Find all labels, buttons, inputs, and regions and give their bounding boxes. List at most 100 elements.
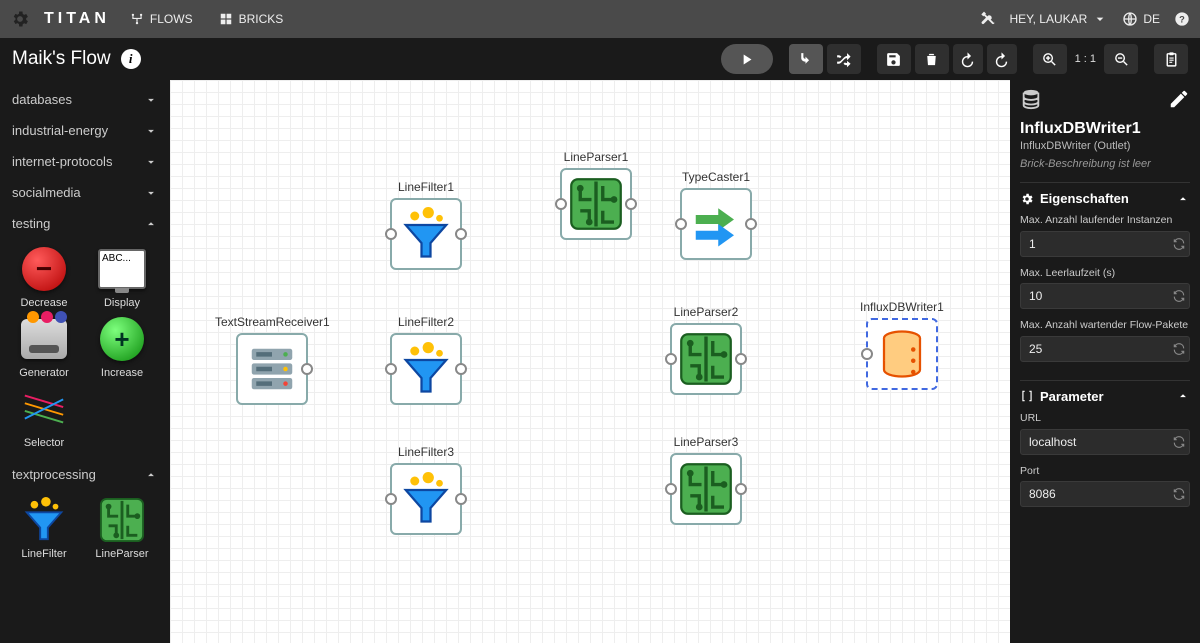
- brick-generator[interactable]: Generator: [8, 315, 80, 379]
- db-icon: [1020, 88, 1042, 110]
- inspector-title: InfluxDBWriter1: [1020, 120, 1190, 138]
- param-input-1[interactable]: [1020, 481, 1190, 507]
- port-out[interactable]: [455, 493, 467, 505]
- node-lineparser3[interactable]: LineParser3: [670, 435, 742, 525]
- tools-icon[interactable]: [980, 11, 996, 27]
- chevron-up-icon: [144, 468, 158, 482]
- port-in[interactable]: [385, 363, 397, 375]
- port-in[interactable]: [861, 348, 873, 360]
- node-linefilter1[interactable]: LineFilter1: [390, 180, 462, 270]
- branch-button[interactable]: [789, 44, 823, 74]
- category-testing[interactable]: testing: [8, 208, 162, 239]
- node-lineparser2[interactable]: LineParser2: [670, 305, 742, 395]
- port-in[interactable]: [665, 483, 677, 495]
- globe-icon: [1122, 11, 1138, 27]
- brick-selector[interactable]: Selector: [8, 385, 80, 449]
- chevron-down-icon: [144, 186, 158, 200]
- flows-icon: [130, 12, 144, 26]
- chevron-down-icon: [144, 93, 158, 107]
- flow-canvas[interactable]: TextStreamReceiver1 LineFilter1 LineFilter…: [170, 80, 1010, 643]
- refresh-icon[interactable]: [1172, 487, 1186, 501]
- app-logo: TITAN: [44, 10, 110, 28]
- port-in[interactable]: [675, 218, 687, 230]
- user-menu[interactable]: HEY, LAUKAR: [1010, 11, 1109, 27]
- chevron-up-icon: [144, 217, 158, 231]
- category-textprocessing[interactable]: textprocessing: [8, 459, 162, 490]
- zoom-in-button[interactable]: [1033, 44, 1067, 74]
- inspector-subtitle: InfluxDBWriter (Outlet): [1020, 140, 1190, 152]
- refresh-icon[interactable]: [1172, 435, 1186, 449]
- node-typecaster1[interactable]: TypeCaster1: [680, 170, 752, 260]
- gear-icon: [1020, 192, 1034, 206]
- chevron-down-icon: [1092, 11, 1108, 27]
- port-out[interactable]: [625, 198, 637, 210]
- clipboard-button[interactable]: [1154, 44, 1188, 74]
- prop-input-0[interactable]: [1020, 231, 1190, 257]
- brackets-icon: [1020, 389, 1034, 403]
- refresh-icon[interactable]: [1172, 289, 1186, 303]
- param-input-0[interactable]: [1020, 429, 1190, 455]
- category-socialmedia[interactable]: socialmedia: [8, 177, 162, 208]
- inspector-description: Brick-Beschreibung ist leer: [1020, 158, 1190, 170]
- flow-info-button[interactable]: i: [121, 49, 141, 69]
- save-button[interactable]: [877, 44, 911, 74]
- brick-lineparser[interactable]: LineParser: [86, 496, 158, 560]
- port-out[interactable]: [735, 353, 747, 365]
- port-in[interactable]: [665, 353, 677, 365]
- prop-label-2: Max. Anzahl wartender Flow-Pakete: [1020, 319, 1190, 333]
- nav-flows[interactable]: FLOWS: [124, 8, 199, 30]
- param-label-1: Port: [1020, 465, 1190, 479]
- refresh-icon[interactable]: [1172, 342, 1186, 356]
- chevron-down-icon: [144, 155, 158, 169]
- help-icon[interactable]: ?: [1174, 11, 1190, 27]
- port-out[interactable]: [455, 228, 467, 240]
- undo-button[interactable]: [953, 44, 983, 74]
- node-lineparser1[interactable]: LineParser1: [560, 150, 632, 240]
- user-greeting: HEY, LAUKAR: [1010, 12, 1088, 26]
- node-linefilter2[interactable]: LineFilter2: [390, 315, 462, 405]
- language-label: DE: [1143, 12, 1160, 26]
- brick-display[interactable]: ABC...Display: [86, 245, 158, 309]
- redo-button[interactable]: [987, 44, 1017, 74]
- port-out[interactable]: [455, 363, 467, 375]
- port-out[interactable]: [735, 483, 747, 495]
- bricks-icon: [219, 12, 233, 26]
- zoom-out-button[interactable]: [1104, 44, 1138, 74]
- section-parameters-header[interactable]: Parameter: [1020, 389, 1190, 404]
- delete-button[interactable]: [915, 44, 949, 74]
- category-databases[interactable]: databases: [8, 84, 162, 115]
- port-in[interactable]: [385, 493, 397, 505]
- node-textstreamreceiver1[interactable]: TextStreamReceiver1: [215, 315, 330, 405]
- port-out[interactable]: [745, 218, 757, 230]
- page-title: Maik's Flow: [12, 48, 111, 70]
- brick-linefilter[interactable]: LineFilter: [8, 496, 80, 560]
- language-switch[interactable]: DE: [1122, 11, 1160, 27]
- nav-bricks[interactable]: BRICKS: [213, 8, 290, 30]
- nav-bricks-label: BRICKS: [239, 12, 284, 26]
- node-linefilter3[interactable]: LineFilter3: [390, 445, 462, 535]
- prop-input-1[interactable]: [1020, 283, 1190, 309]
- chevron-down-icon: [144, 124, 158, 138]
- category-industrial-energy[interactable]: industrial-energy: [8, 115, 162, 146]
- shuffle-button[interactable]: [827, 44, 861, 74]
- brick-increase[interactable]: +Increase: [86, 315, 158, 379]
- zoom-ratio: 1 : 1: [1071, 53, 1100, 65]
- port-in[interactable]: [385, 228, 397, 240]
- prop-label-1: Max. Leerlaufzeit (s): [1020, 267, 1190, 281]
- chevron-up-icon: [1176, 192, 1190, 206]
- settings-gear-icon[interactable]: [10, 9, 30, 29]
- refresh-icon[interactable]: [1172, 237, 1186, 251]
- svg-text:?: ?: [1179, 14, 1185, 24]
- prop-input-2[interactable]: [1020, 336, 1190, 362]
- prop-label-0: Max. Anzahl laufender Instanzen: [1020, 214, 1190, 228]
- param-label-0: URL: [1020, 412, 1190, 426]
- port-out[interactable]: [301, 363, 313, 375]
- nav-flows-label: FLOWS: [150, 12, 193, 26]
- edit-icon[interactable]: [1168, 88, 1190, 110]
- brick-decrease[interactable]: −Decrease: [8, 245, 80, 309]
- port-in[interactable]: [555, 198, 567, 210]
- node-influxdbwriter1[interactable]: InfluxDBWriter1: [860, 300, 944, 390]
- run-button[interactable]: [721, 44, 773, 74]
- section-properties-header[interactable]: Eigenschaften: [1020, 191, 1190, 206]
- category-internet-protocols[interactable]: internet-protocols: [8, 146, 162, 177]
